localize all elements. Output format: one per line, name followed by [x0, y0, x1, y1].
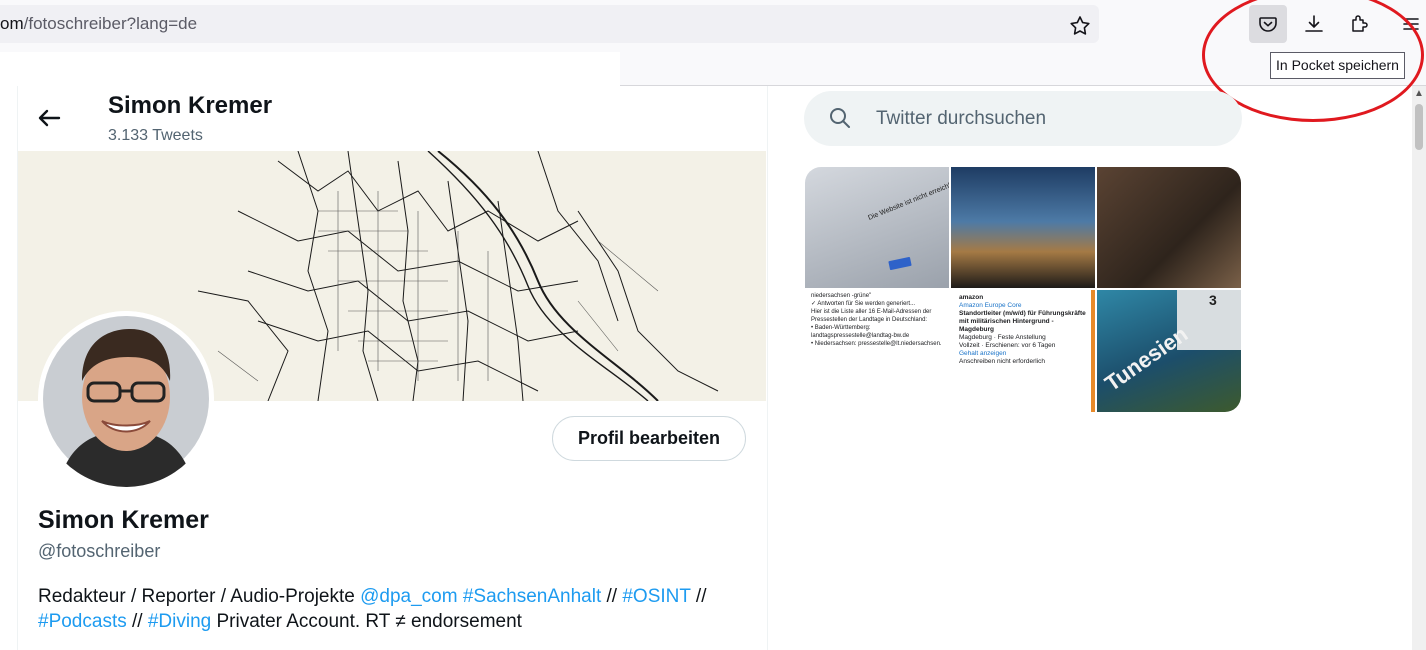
media-text: Tunesien	[1100, 321, 1193, 397]
avatar[interactable]	[38, 311, 214, 487]
pocket-tooltip: In Pocket speichern	[1270, 52, 1405, 79]
media-thumbnail[interactable]	[1097, 167, 1241, 288]
download-button[interactable]	[1295, 5, 1333, 43]
search-box[interactable]	[804, 91, 1246, 146]
media-decoration	[1091, 290, 1095, 412]
mention-link[interactable]: @dpa_com	[360, 586, 457, 607]
scrollbar[interactable]	[1412, 86, 1426, 650]
profile-bio: Redakteur / Reporter / Audio-Projekte @d…	[38, 586, 707, 632]
media-thumbnail[interactable]: 3 Tunesien	[1097, 290, 1241, 412]
download-icon	[1305, 15, 1323, 32]
search-icon	[830, 108, 850, 128]
menu-button[interactable]	[1392, 5, 1426, 43]
media-thumbnail[interactable]: niedersachsen -grüne" ✓ Antworten für Si…	[805, 290, 949, 412]
media-decoration	[888, 256, 912, 271]
user-handle: @fotoschreiber	[38, 541, 161, 561]
media-text: amazon Amazon Europe Core Standortleiter…	[959, 294, 1086, 365]
extensions-button[interactable]	[1340, 5, 1378, 43]
hashtag-link[interactable]: #Diving	[148, 611, 211, 632]
media-thumbnail[interactable]: Die Website ist nicht erreichbar	[805, 167, 949, 288]
menu-icon	[1403, 18, 1419, 30]
pocket-icon	[1259, 17, 1277, 32]
media-thumbnail[interactable]	[951, 167, 1095, 288]
extensions-icon	[1352, 15, 1368, 32]
address-bar[interactable]: om/fotoschreiber?lang=de	[0, 5, 1099, 43]
hashtag-link[interactable]: #OSINT	[622, 586, 690, 607]
header-profile-name: Simon Kremer	[108, 92, 273, 119]
scrollbar-thumb[interactable]	[1415, 104, 1423, 150]
search-input[interactable]	[866, 91, 1246, 146]
scroll-up-arrow-icon[interactable]: ▲	[1414, 88, 1424, 99]
pocket-button[interactable]	[1249, 5, 1287, 43]
hashtag-link[interactable]: #SachsenAnhalt	[463, 586, 601, 607]
media-text: niedersachsen -grüne" ✓ Antworten für Si…	[811, 293, 942, 347]
profile-photo	[38, 311, 214, 487]
media-thumbnail[interactable]: amazon Amazon Europe Core Standortleiter…	[951, 290, 1095, 412]
hashtag-link[interactable]: #Podcasts	[38, 611, 127, 632]
edit-profile-button[interactable]: Profil bearbeiten	[552, 416, 746, 461]
display-name: Simon Kremer	[38, 506, 209, 534]
back-arrow-icon[interactable]	[35, 107, 67, 129]
tweet-count: 3.133 Tweets	[108, 127, 203, 144]
url-text[interactable]: om/fotoschreiber?lang=de	[0, 5, 197, 43]
star-icon[interactable]	[1068, 14, 1092, 38]
media-grid: Die Website ist nicht erreichbar nieders…	[805, 167, 1241, 412]
media-text: Die Website ist nicht erreichbar	[867, 179, 949, 222]
media-text: 3	[1209, 292, 1217, 308]
